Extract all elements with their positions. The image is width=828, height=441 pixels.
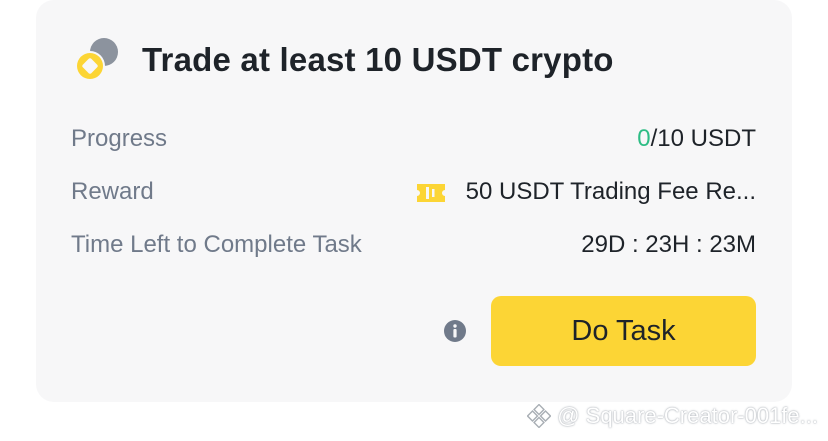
progress-current: 0 (637, 125, 651, 152)
task-card: Trade at least 10 USDT crypto Progress 0… (36, 0, 792, 402)
do-task-button[interactable]: Do Task (491, 296, 756, 366)
progress-value: 0/10 USDT (637, 125, 756, 153)
time-left-label: Time Left to Complete Task (71, 231, 362, 258)
reward-row: Reward 50 USDT Trading Fee Re... (71, 176, 756, 208)
coin-icon (72, 36, 124, 84)
reward-label: Reward (71, 178, 154, 205)
progress-label: Progress (71, 125, 168, 152)
action-row: Do Task (36, 296, 756, 366)
progress-row: Progress 0/10 USDT (71, 123, 756, 155)
task-title: Trade at least 10 USDT crypto (142, 41, 614, 78)
info-icon[interactable] (443, 319, 467, 343)
reward-text: 50 USDT Trading Fee Re... (465, 178, 756, 205)
watermark-text: @ Square-Creator-001fe... (557, 403, 818, 428)
watermark: @ Square-Creator-001fe... (527, 400, 818, 432)
ticket-icon (416, 184, 445, 202)
binance-logo-icon (527, 404, 552, 428)
time-left-value: 29D : 23H : 23M (581, 231, 756, 258)
progress-target: /10 USDT (650, 125, 756, 152)
page: Trade at least 10 USDT crypto Progress 0… (0, 0, 828, 441)
reward-value: 50 USDT Trading Fee Re... (416, 178, 756, 206)
time-left-row: Time Left to Complete Task 29D : 23H : 2… (71, 229, 756, 261)
task-header: Trade at least 10 USDT crypto (72, 35, 614, 85)
